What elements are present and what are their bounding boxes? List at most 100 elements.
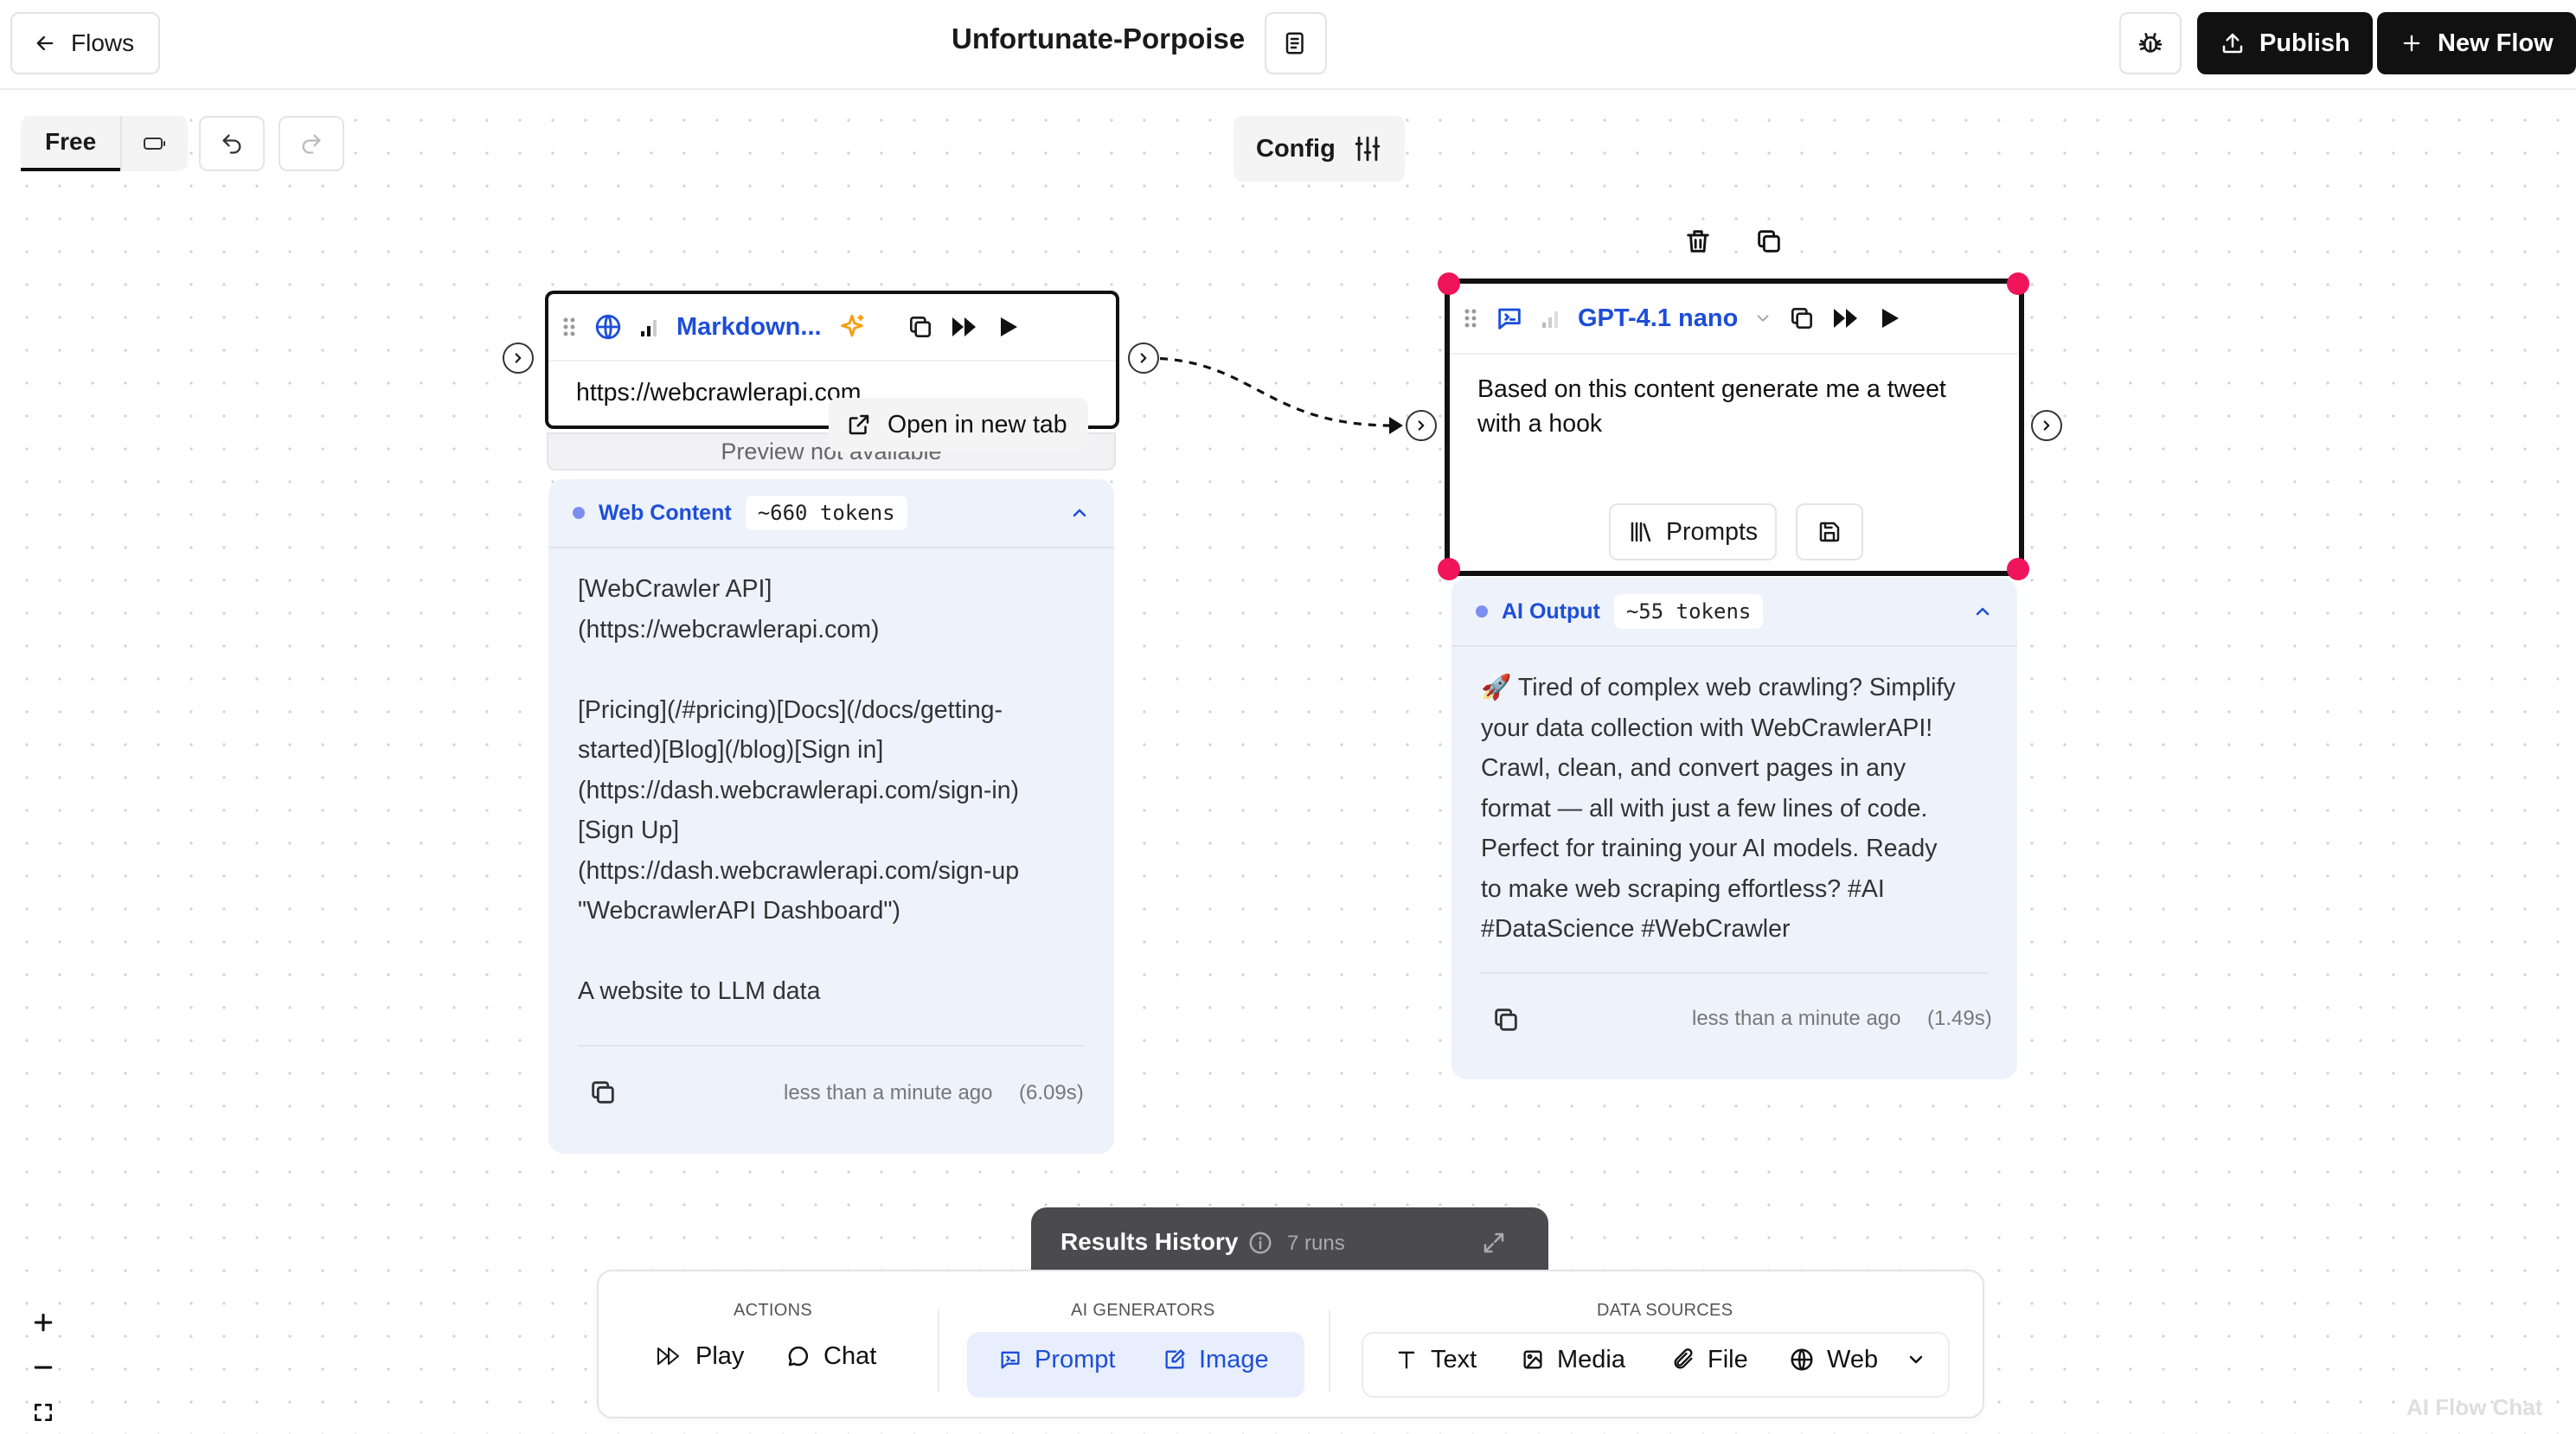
chevron-up-icon[interactable] bbox=[1972, 601, 1993, 622]
resize-handle-top-right[interactable] bbox=[2007, 272, 2029, 295]
play-tool-button[interactable]: Play bbox=[656, 1325, 744, 1387]
prompt-tool-button[interactable]: Prompt bbox=[998, 1328, 1115, 1391]
gpt-node-input-handle[interactable] bbox=[1406, 410, 1437, 441]
text-tool-button[interactable]: Text bbox=[1394, 1328, 1477, 1391]
connection-edge[interactable] bbox=[1133, 337, 1427, 450]
trash-icon[interactable] bbox=[1683, 227, 1713, 256]
debug-button[interactable] bbox=[2119, 12, 2182, 74]
ai-timestamp: less than a minute ago bbox=[1692, 1007, 1901, 1030]
undo-button[interactable] bbox=[199, 116, 265, 171]
signal-strength-icon bbox=[1540, 307, 1562, 330]
config-button[interactable]: Config bbox=[1234, 116, 1405, 182]
mode-free-tab[interactable]: Free bbox=[21, 116, 121, 171]
top-header: Flows Unfortunate-Porpoise Publish New F… bbox=[0, 0, 2576, 90]
web-tool-button[interactable]: Web bbox=[1789, 1328, 1926, 1391]
web-duration: (6.09s) bbox=[1019, 1081, 1084, 1104]
resize-handle-top-left[interactable] bbox=[1438, 272, 1460, 295]
publish-button[interactable]: Publish bbox=[2197, 12, 2373, 74]
chevron-right-icon bbox=[510, 350, 526, 366]
ai-output-text: 🚀 Tired of complex web crawling? Simplif… bbox=[1481, 674, 1956, 943]
zoom-out-button[interactable] bbox=[19, 1346, 67, 1389]
token-count-badge: ~660 tokens bbox=[745, 496, 907, 530]
open-in-new-tab-label: Open in new tab bbox=[888, 410, 1067, 439]
text-tool-label: Text bbox=[1431, 1345, 1477, 1373]
chevron-down-icon[interactable] bbox=[1906, 1349, 1926, 1370]
web-node-title[interactable]: Markdown... bbox=[676, 313, 822, 342]
copy-icon[interactable] bbox=[1491, 1005, 1521, 1034]
back-to-flows-button[interactable]: Flows bbox=[10, 12, 161, 74]
divider bbox=[1481, 972, 1988, 974]
duplicate-node-icon[interactable] bbox=[1754, 227, 1784, 256]
bug-icon bbox=[2137, 29, 2164, 57]
chat-tool-label: Chat bbox=[823, 1341, 877, 1370]
file-tool-label: File bbox=[1708, 1345, 1748, 1373]
upload-icon bbox=[2220, 30, 2246, 56]
prompt-tool-label: Prompt bbox=[1035, 1345, 1116, 1373]
gpt-node[interactable]: GPT-4.1 nano Based on this content gener… bbox=[1445, 278, 2024, 576]
copy-icon[interactable] bbox=[588, 1078, 618, 1107]
web-node-output-handle[interactable] bbox=[1128, 342, 1159, 374]
image-tool-button[interactable]: Image bbox=[1163, 1328, 1269, 1391]
mode-select-tab[interactable] bbox=[120, 116, 188, 171]
ai-generators-section-label: AI GENERATORS bbox=[1071, 1301, 1215, 1320]
sliders-icon bbox=[1353, 134, 1382, 163]
play-icon[interactable] bbox=[1876, 305, 1902, 331]
expand-icon[interactable] bbox=[1481, 1230, 1507, 1256]
chevron-right-icon bbox=[1136, 350, 1151, 366]
run-all-icon[interactable] bbox=[1831, 305, 1861, 331]
chevron-right-icon bbox=[2039, 418, 2054, 433]
ai-chat-icon bbox=[1495, 304, 1524, 333]
file-tool-button[interactable]: File bbox=[1671, 1328, 1748, 1391]
web-node-input-handle[interactable] bbox=[503, 342, 534, 374]
status-dot bbox=[1476, 605, 1488, 618]
signal-strength-icon bbox=[638, 316, 661, 338]
duplicate-icon[interactable] bbox=[907, 313, 934, 341]
prompt-text-field[interactable]: Based on this content generate me a twee… bbox=[1477, 372, 1946, 441]
ai-output-panel: AI Output ~55 tokens 🚀 Tired of complex … bbox=[1451, 578, 2017, 1079]
zoom-in-button[interactable] bbox=[19, 1301, 67, 1344]
plus-icon bbox=[30, 1309, 56, 1335]
save-prompt-button[interactable] bbox=[1796, 503, 1863, 560]
sparkle-icon[interactable] bbox=[837, 312, 867, 342]
redo-button[interactable] bbox=[279, 116, 344, 171]
duplicate-icon[interactable] bbox=[1788, 304, 1816, 332]
web-content-header[interactable]: Web Content ~660 tokens bbox=[548, 479, 1114, 548]
chevron-up-icon[interactable] bbox=[1069, 503, 1090, 523]
play-icon[interactable] bbox=[995, 314, 1021, 340]
divider bbox=[578, 1045, 1085, 1047]
image-icon bbox=[1521, 1348, 1545, 1372]
drag-handle-icon[interactable] bbox=[1462, 305, 1479, 331]
new-flow-button[interactable]: New Flow bbox=[2377, 12, 2576, 74]
notes-icon bbox=[1283, 30, 1309, 56]
gpt-model-title[interactable]: GPT-4.1 nano bbox=[1578, 304, 1738, 333]
prompts-label: Prompts bbox=[1666, 517, 1759, 546]
text-icon bbox=[1394, 1348, 1419, 1372]
gpt-node-output-handle[interactable] bbox=[2031, 410, 2062, 441]
divider bbox=[548, 360, 1116, 362]
watermark: AI Flow Chat bbox=[2406, 1394, 2543, 1420]
fit-view-button[interactable] bbox=[19, 1391, 67, 1434]
flow-title[interactable]: Unfortunate-Porpoise bbox=[952, 22, 1245, 55]
divider bbox=[1329, 1309, 1330, 1392]
flow-notes-button[interactable] bbox=[1265, 12, 1327, 74]
info-icon bbox=[1247, 1230, 1273, 1256]
media-tool-button[interactable]: Media bbox=[1521, 1328, 1625, 1391]
selection-rectangle-icon bbox=[142, 134, 168, 153]
ai-output-header[interactable]: AI Output ~55 tokens bbox=[1451, 578, 2017, 647]
web-url-field[interactable]: https://webcrawlerapi.com bbox=[576, 379, 861, 407]
minus-icon bbox=[30, 1354, 56, 1380]
web-tool-label: Web bbox=[1827, 1345, 1879, 1373]
canvas-mode-toggle: Free bbox=[21, 116, 189, 171]
image-edit-icon bbox=[1163, 1348, 1187, 1372]
paperclip-icon bbox=[1671, 1348, 1695, 1372]
divider bbox=[1450, 353, 2019, 355]
open-in-new-tab-button[interactable]: Open in new tab bbox=[829, 398, 1088, 451]
ai-duration: (1.49s) bbox=[1927, 1007, 1992, 1030]
chevron-down-icon[interactable] bbox=[1753, 309, 1772, 328]
prompts-button[interactable]: Prompts bbox=[1609, 503, 1778, 560]
run-all-icon[interactable] bbox=[950, 314, 979, 340]
drag-handle-icon[interactable] bbox=[561, 314, 578, 340]
chat-tool-button[interactable]: Chat bbox=[785, 1325, 876, 1387]
data-sources-section-label: DATA SOURCES bbox=[1597, 1301, 1733, 1320]
globe-icon bbox=[593, 312, 623, 342]
